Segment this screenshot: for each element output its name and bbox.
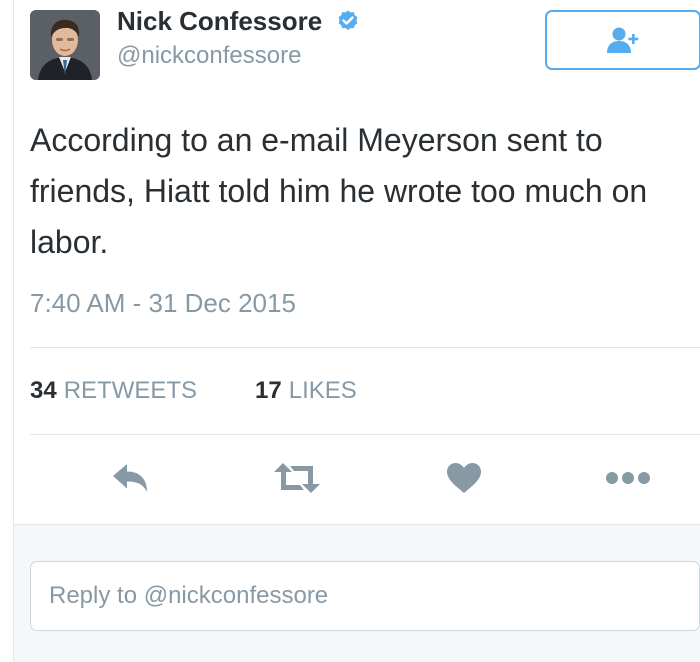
tweet-detail: Nick Confessore @nickconfessore Accordin… — [14, 0, 700, 524]
reply-box[interactable] — [30, 561, 700, 631]
divider — [30, 347, 700, 348]
author-handle[interactable]: @nickconfessore — [117, 42, 301, 70]
more-button[interactable] — [604, 456, 652, 500]
follow-user-icon — [607, 27, 639, 53]
tweet-actions — [30, 456, 670, 500]
retweets-count: 34 — [30, 377, 57, 404]
reply-area — [14, 524, 700, 662]
retweets-label: RETWEETS — [63, 377, 198, 404]
like-button[interactable] — [444, 456, 484, 500]
verified-badge-icon — [338, 10, 358, 30]
retweet-button[interactable] — [272, 456, 322, 500]
more-icon — [606, 472, 650, 484]
likes-stat[interactable]: 17 LIKES — [255, 377, 357, 405]
tweet-text: According to an e-mail Meyerson sent to … — [30, 122, 648, 260]
divider — [30, 434, 700, 435]
retweet-icon — [274, 463, 320, 493]
reply-icon — [113, 464, 147, 492]
follow-button[interactable] — [545, 10, 700, 70]
avatar[interactable] — [30, 10, 100, 80]
likes-label: LIKES — [288, 377, 357, 404]
tweet-timestamp[interactable]: 7:40 AM - 31 Dec 2015 — [30, 288, 296, 319]
tweet-page: Nick Confessore @nickconfessore Accordin… — [0, 0, 700, 662]
tweet-stats: 34 RETWEETS 17 LIKES — [30, 377, 415, 409]
likes-count: 17 — [255, 377, 282, 404]
reply-button[interactable] — [108, 456, 152, 500]
reply-input[interactable] — [49, 582, 681, 610]
like-icon — [447, 463, 481, 493]
retweets-stat[interactable]: 34 RETWEETS — [30, 377, 197, 405]
author-display-name[interactable]: Nick Confessore — [117, 6, 322, 37]
avatar-photo — [30, 10, 100, 80]
